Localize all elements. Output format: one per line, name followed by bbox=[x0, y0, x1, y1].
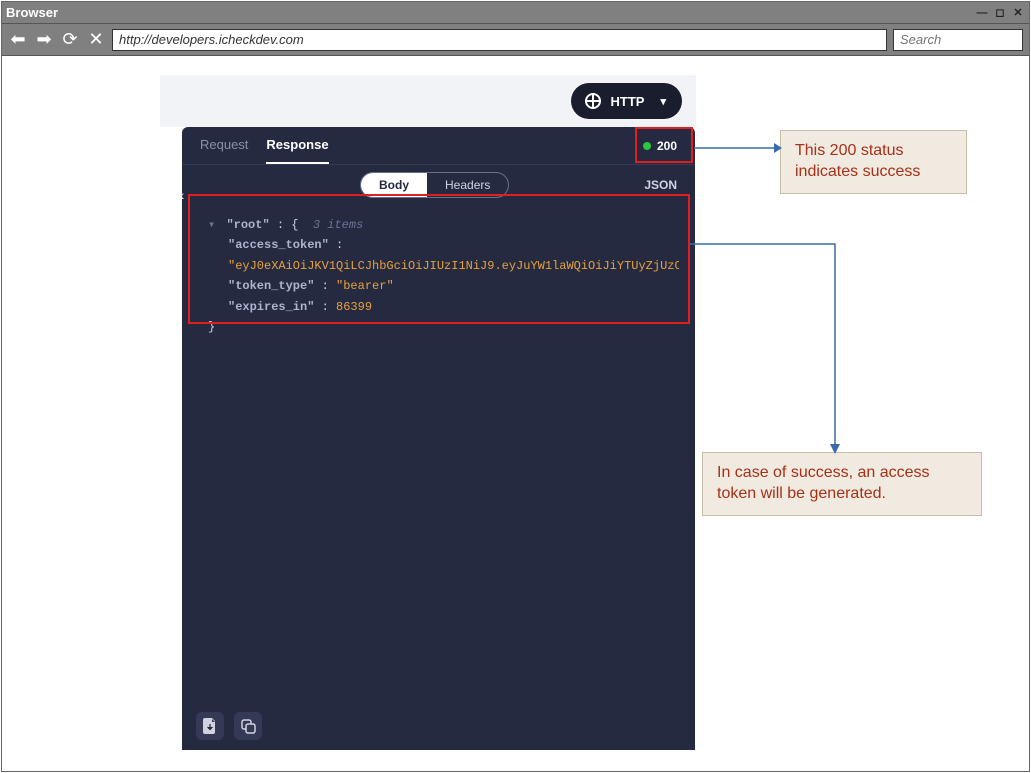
viewport: HTTP ▾ ‹ Request Response 200 Body Head bbox=[2, 56, 1029, 771]
status-indicator: 200 bbox=[643, 139, 677, 153]
tab-request[interactable]: Request bbox=[200, 127, 248, 164]
annotation-token: In case of success, an access token will… bbox=[702, 452, 982, 516]
search-input[interactable] bbox=[893, 29, 1023, 51]
annotation-status: This 200 status indicates success bbox=[780, 130, 967, 194]
chevron-down-icon: ▾ bbox=[660, 95, 666, 108]
json-value-access-token: "eyJ0eXAiOiJKV1QiLCJhbGciOiJIUzI1NiJ9.ey… bbox=[228, 259, 679, 273]
reload-button[interactable]: ⟳ bbox=[60, 29, 80, 50]
status-dot-icon bbox=[643, 142, 651, 150]
copy-button[interactable] bbox=[234, 712, 262, 740]
format-label: JSON bbox=[644, 178, 677, 192]
http-method-dropdown[interactable]: HTTP ▾ bbox=[571, 83, 682, 119]
close-button[interactable]: ✕ bbox=[1011, 6, 1025, 20]
arrow-status bbox=[694, 142, 782, 154]
document-icon bbox=[203, 718, 217, 734]
browser-toolbar: ⬅ ➡ ⟳ ✕ bbox=[2, 24, 1029, 56]
segment-headers[interactable]: Headers bbox=[427, 173, 508, 197]
json-key-access-token: "access_token" bbox=[228, 238, 329, 252]
json-key-root: "root" bbox=[226, 218, 269, 232]
http-dropdown-label: HTTP bbox=[611, 94, 645, 109]
caret-down-icon[interactable]: ▾ bbox=[208, 218, 215, 232]
body-headers-toggle: Body Headers bbox=[360, 172, 509, 198]
back-button[interactable]: ⬅ bbox=[8, 29, 28, 50]
json-viewer: ▾ "root" : { 3 items "access_token" : "e… bbox=[182, 205, 695, 347]
segment-body[interactable]: Body bbox=[361, 173, 427, 197]
arrow-token bbox=[690, 241, 840, 456]
panel-subheader: Body Headers JSON bbox=[182, 165, 695, 205]
json-brace-open: : { bbox=[277, 218, 299, 232]
app-header-bar: HTTP ▾ bbox=[160, 75, 696, 127]
response-panel: ‹ Request Response 200 Body Headers JSON bbox=[182, 127, 695, 750]
json-brace-close: } bbox=[208, 320, 215, 334]
status-code: 200 bbox=[657, 139, 677, 153]
json-key-expires-in: "expires_in" bbox=[228, 300, 314, 314]
minimize-button[interactable]: — bbox=[975, 6, 989, 20]
json-value-token-type: "bearer" bbox=[336, 279, 394, 293]
download-button[interactable] bbox=[196, 712, 224, 740]
globe-icon bbox=[585, 93, 601, 109]
address-bar[interactable] bbox=[112, 29, 887, 51]
json-items-count: 3 items bbox=[313, 218, 363, 232]
browser-window: Browser — ◻ ✕ ⬅ ➡ ⟳ ✕ HTTP ▾ ‹ Request bbox=[1, 1, 1030, 772]
json-value-expires-in: 86399 bbox=[336, 300, 372, 314]
stop-button[interactable]: ✕ bbox=[86, 29, 106, 50]
forward-button[interactable]: ➡ bbox=[34, 29, 54, 50]
tab-response[interactable]: Response bbox=[266, 127, 328, 164]
panel-tabs-row: Request Response 200 bbox=[182, 127, 695, 165]
titlebar: Browser — ◻ ✕ bbox=[2, 2, 1029, 24]
copy-icon bbox=[241, 719, 256, 734]
window-title: Browser bbox=[6, 5, 58, 20]
maximize-button[interactable]: ◻ bbox=[993, 6, 1007, 20]
json-key-token-type: "token_type" bbox=[228, 279, 314, 293]
